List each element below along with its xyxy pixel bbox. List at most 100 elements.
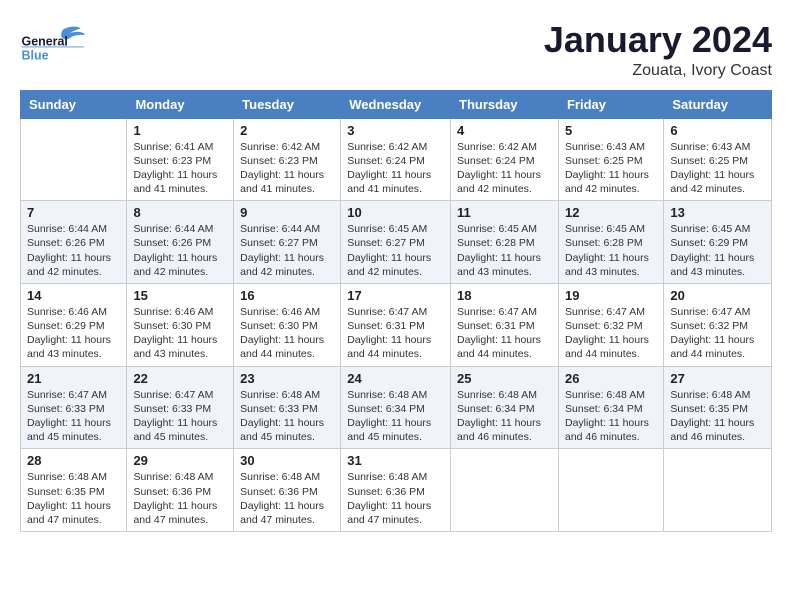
table-row: 10 Sunrise: 6:45 AM Sunset: 6:27 PM Dayli…	[341, 201, 451, 284]
table-row: 27 Sunrise: 6:48 AM Sunset: 6:35 PM Dayli…	[664, 366, 772, 449]
day-number: 22	[133, 371, 227, 386]
day-number: 20	[670, 288, 765, 303]
calendar-row: 21Sunrise: 6:47 AM Sunset: 6:33 PM Dayli…	[21, 366, 772, 449]
day-number: 8	[133, 205, 227, 220]
day-info: Sunrise: 6:45 AM Sunset: 6:29 PM Dayligh…	[670, 222, 765, 279]
day-number: 26	[565, 371, 657, 386]
table-row	[558, 449, 663, 532]
day-number: 28	[27, 453, 120, 468]
day-number: 11	[457, 205, 552, 220]
table-row: 15Sunrise: 6:46 AM Sunset: 6:30 PM Dayli…	[127, 283, 234, 366]
day-number: 18	[457, 288, 552, 303]
day-number: 23	[240, 371, 334, 386]
day-info: Sunrise: 6:43 AM Sunset: 6:25 PM Dayligh…	[565, 140, 657, 197]
day-number: 7	[27, 205, 120, 220]
day-info: Sunrise: 6:42 AM Sunset: 6:23 PM Dayligh…	[240, 140, 334, 197]
day-number: 3	[347, 123, 444, 138]
day-number: 16	[240, 288, 334, 303]
table-row: 7 Sunrise: 6:44 AM Sunset: 6:26 PM Daylig…	[21, 201, 127, 284]
calendar-table: Sunday Monday Tuesday Wednesday Thursday…	[20, 90, 772, 532]
day-number: 6	[670, 123, 765, 138]
day-info: Sunrise: 6:44 AM Sunset: 6:26 PM Dayligh…	[27, 222, 120, 279]
col-friday: Friday	[558, 90, 663, 118]
col-thursday: Thursday	[451, 90, 559, 118]
table-row: 30Sunrise: 6:48 AM Sunset: 6:36 PM Dayli…	[234, 449, 341, 532]
table-row: 18 Sunrise: 6:47 AM Sunset: 6:31 PM Dayli…	[451, 283, 559, 366]
day-info: Sunrise: 6:44 AM Sunset: 6:27 PM Dayligh…	[240, 222, 334, 279]
logo: General Blue	[20, 20, 90, 70]
day-info: Sunrise: 6:48 AM Sunset: 6:33 PM Dayligh…	[240, 388, 334, 445]
day-number: 4	[457, 123, 552, 138]
table-row: 28Sunrise: 6:48 AM Sunset: 6:35 PM Dayli…	[21, 449, 127, 532]
table-row: 17 Sunrise: 6:47 AM Sunset: 6:31 PM Dayli…	[341, 283, 451, 366]
header: General Blue January 2024 Zouata, Ivory …	[20, 20, 772, 80]
subtitle: Zouata, Ivory Coast	[544, 62, 772, 80]
col-wednesday: Wednesday	[341, 90, 451, 118]
day-info: Sunrise: 6:48 AM Sunset: 6:36 PM Dayligh…	[347, 470, 444, 527]
day-info: Sunrise: 6:47 AM Sunset: 6:31 PM Dayligh…	[347, 305, 444, 362]
day-number: 25	[457, 371, 552, 386]
day-info: Sunrise: 6:48 AM Sunset: 6:36 PM Dayligh…	[133, 470, 227, 527]
day-number: 17	[347, 288, 444, 303]
day-info: Sunrise: 6:42 AM Sunset: 6:24 PM Dayligh…	[457, 140, 552, 197]
table-row: 26Sunrise: 6:48 AM Sunset: 6:34 PM Dayli…	[558, 366, 663, 449]
day-info: Sunrise: 6:48 AM Sunset: 6:35 PM Dayligh…	[670, 388, 765, 445]
page: General Blue January 2024 Zouata, Ivory …	[0, 0, 792, 612]
table-row: 12Sunrise: 6:45 AM Sunset: 6:28 PM Dayli…	[558, 201, 663, 284]
day-number: 5	[565, 123, 657, 138]
title-block: January 2024 Zouata, Ivory Coast	[544, 20, 772, 80]
table-row	[451, 449, 559, 532]
table-row: 4 Sunrise: 6:42 AM Sunset: 6:24 PM Daylig…	[451, 118, 559, 201]
day-number: 30	[240, 453, 334, 468]
day-info: Sunrise: 6:42 AM Sunset: 6:24 PM Dayligh…	[347, 140, 444, 197]
day-number: 31	[347, 453, 444, 468]
table-row: 2Sunrise: 6:42 AM Sunset: 6:23 PM Daylig…	[234, 118, 341, 201]
day-number: 13	[670, 205, 765, 220]
table-row	[21, 118, 127, 201]
day-info: Sunrise: 6:41 AM Sunset: 6:23 PM Dayligh…	[133, 140, 227, 197]
table-row: 5 Sunrise: 6:43 AM Sunset: 6:25 PM Daylig…	[558, 118, 663, 201]
day-info: Sunrise: 6:45 AM Sunset: 6:27 PM Dayligh…	[347, 222, 444, 279]
table-row: 22Sunrise: 6:47 AM Sunset: 6:33 PM Dayli…	[127, 366, 234, 449]
table-row: 16Sunrise: 6:46 AM Sunset: 6:30 PM Dayli…	[234, 283, 341, 366]
day-info: Sunrise: 6:44 AM Sunset: 6:26 PM Dayligh…	[133, 222, 227, 279]
day-info: Sunrise: 6:47 AM Sunset: 6:32 PM Dayligh…	[670, 305, 765, 362]
day-number: 29	[133, 453, 227, 468]
day-number: 15	[133, 288, 227, 303]
day-info: Sunrise: 6:48 AM Sunset: 6:34 PM Dayligh…	[347, 388, 444, 445]
col-tuesday: Tuesday	[234, 90, 341, 118]
table-row: 29 Sunrise: 6:48 AM Sunset: 6:36 PM Dayli…	[127, 449, 234, 532]
table-row: 8 Sunrise: 6:44 AM Sunset: 6:26 PM Daylig…	[127, 201, 234, 284]
calendar-row: 7 Sunrise: 6:44 AM Sunset: 6:26 PM Daylig…	[21, 201, 772, 284]
main-title: January 2024	[544, 20, 772, 60]
table-row: 11 Sunrise: 6:45 AM Sunset: 6:28 PM Dayli…	[451, 201, 559, 284]
day-number: 24	[347, 371, 444, 386]
day-number: 14	[27, 288, 120, 303]
col-sunday: Sunday	[21, 90, 127, 118]
table-row: 14 Sunrise: 6:46 AM Sunset: 6:29 PM Dayli…	[21, 283, 127, 366]
table-row: 25 Sunrise: 6:48 AM Sunset: 6:34 PM Dayli…	[451, 366, 559, 449]
table-row: 20 Sunrise: 6:47 AM Sunset: 6:32 PM Dayli…	[664, 283, 772, 366]
col-saturday: Saturday	[664, 90, 772, 118]
table-row: 1Sunrise: 6:41 AM Sunset: 6:23 PM Daylig…	[127, 118, 234, 201]
table-row: 19Sunrise: 6:47 AM Sunset: 6:32 PM Dayli…	[558, 283, 663, 366]
calendar-row: 14 Sunrise: 6:46 AM Sunset: 6:29 PM Dayli…	[21, 283, 772, 366]
table-row	[664, 449, 772, 532]
col-monday: Monday	[127, 90, 234, 118]
day-number: 21	[27, 371, 120, 386]
day-number: 12	[565, 205, 657, 220]
svg-text:Blue: Blue	[22, 48, 49, 62]
day-info: Sunrise: 6:46 AM Sunset: 6:29 PM Dayligh…	[27, 305, 120, 362]
day-number: 9	[240, 205, 334, 220]
header-row: Sunday Monday Tuesday Wednesday Thursday…	[21, 90, 772, 118]
table-row: 21Sunrise: 6:47 AM Sunset: 6:33 PM Dayli…	[21, 366, 127, 449]
day-info: Sunrise: 6:45 AM Sunset: 6:28 PM Dayligh…	[457, 222, 552, 279]
day-number: 27	[670, 371, 765, 386]
table-row: 6Sunrise: 6:43 AM Sunset: 6:25 PM Daylig…	[664, 118, 772, 201]
day-number: 10	[347, 205, 444, 220]
day-info: Sunrise: 6:47 AM Sunset: 6:31 PM Dayligh…	[457, 305, 552, 362]
table-row: 24 Sunrise: 6:48 AM Sunset: 6:34 PM Dayli…	[341, 366, 451, 449]
day-info: Sunrise: 6:48 AM Sunset: 6:34 PM Dayligh…	[457, 388, 552, 445]
table-row: 9 Sunrise: 6:44 AM Sunset: 6:27 PM Daylig…	[234, 201, 341, 284]
logo-image: General Blue	[20, 20, 90, 70]
